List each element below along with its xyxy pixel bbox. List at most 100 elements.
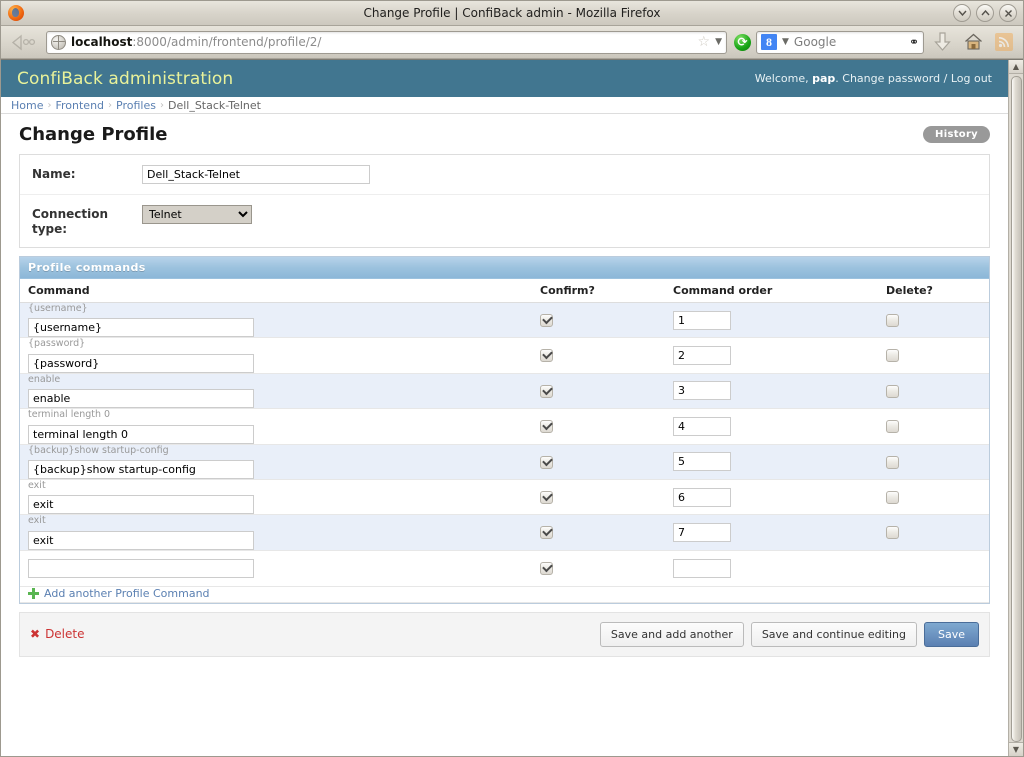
confirm-checkbox[interactable] [540,491,553,504]
table-row: enable [20,373,989,408]
profile-commands-table: Command Confirm? Command order Delete? {… [20,279,989,603]
url-host: localhost [71,35,132,49]
table-row: {backup}show startup-config [20,444,989,479]
command-original-label: enable [28,374,524,389]
command-original-label: {username} [28,303,524,318]
delete-checkbox[interactable] [886,491,899,504]
username-label: pap [812,72,835,85]
add-link-label: Add another Profile Command [44,587,210,600]
table-head: Command Confirm? Command order Delete? [20,279,989,303]
save-and-continue-editing-button[interactable]: Save and continue editing [751,622,917,647]
command-input[interactable] [28,559,254,578]
command-input[interactable] [28,318,254,337]
command-order-input[interactable] [673,452,731,471]
command-input[interactable] [28,389,254,408]
submit-row: ✖ Delete Save and add another Save and c… [19,612,990,657]
command-input[interactable] [28,531,254,550]
confirm-checkbox[interactable] [540,420,553,433]
download-arrow-icon[interactable] [929,29,955,55]
command-order-input[interactable] [673,488,731,507]
back-forward-icon[interactable] [7,34,41,51]
connection-type-select[interactable]: Telnet [142,205,252,224]
command-input[interactable] [28,354,254,373]
command-original-label: terminal length 0 [28,409,524,424]
chevron-down-icon[interactable]: ▼ [715,37,722,47]
admin-page: ConfiBack administration Welcome, pap. C… [1,60,1008,756]
command-input[interactable] [28,460,254,479]
profile-commands-inline: Profile commands Command Confirm? Comman… [19,256,990,604]
home-icon[interactable] [960,29,986,55]
command-order-input[interactable] [673,311,731,330]
breadcrumb-item-frontend[interactable]: Frontend [55,99,104,112]
scrollbar-thumb[interactable] [1011,76,1022,742]
reload-icon[interactable]: ⟳ [734,34,751,51]
command-input[interactable] [28,495,254,514]
delete-checkbox[interactable] [886,385,899,398]
logout-link[interactable]: Log out [951,72,992,85]
command-order-input[interactable] [673,417,731,436]
url-text: localhost:8000/admin/frontend/profile/2/ [71,35,693,49]
breadcrumb: Home › Frontend › Profiles › Dell_Stack-… [1,97,1008,114]
window-controls [953,4,1017,22]
breadcrumb-item-home[interactable]: Home [11,99,43,112]
confirm-checkbox[interactable] [540,385,553,398]
change-password-link[interactable]: Change password [842,72,940,85]
save-and-add-another-button[interactable]: Save and add another [600,622,744,647]
scroll-down-button[interactable]: ▼ [1009,742,1024,756]
delete-checkbox[interactable] [886,314,899,327]
save-button[interactable]: Save [924,622,979,647]
breadcrumb-item-current: Dell_Stack-Telnet [168,99,261,112]
google-icon[interactable]: 8 [761,34,777,50]
delete-checkbox[interactable] [886,526,899,539]
user-tools-separator: / [944,72,948,85]
confirm-checkbox[interactable] [540,349,553,362]
site-favicon-globe-icon [51,35,66,50]
breadcrumb-item-profiles[interactable]: Profiles [116,99,156,112]
search-engine-chevron-icon[interactable]: ▼ [782,37,789,47]
command-order-input[interactable] [673,381,731,400]
address-bar[interactable]: localhost:8000/admin/frontend/profile/2/… [46,31,727,54]
breadcrumb-separator: › [108,100,112,111]
name-input[interactable] [142,165,370,184]
close-button[interactable] [999,4,1017,22]
confirm-checkbox[interactable] [540,562,553,575]
rss-feed-icon[interactable] [991,29,1017,55]
maximize-button[interactable] [976,4,994,22]
window-titlebar: Change Profile | ConfiBack admin - Mozil… [1,1,1023,26]
form-row-connection-type: Connection type: Telnet [20,195,989,247]
scroll-up-button[interactable]: ▲ [1009,60,1024,74]
profile-form-module: Name: Connection type: Telnet [19,154,990,248]
delete-checkbox[interactable] [886,420,899,433]
command-original-label: {backup}show startup-config [28,445,524,460]
welcome-period: . [835,72,839,85]
x-icon: ✖ [30,627,40,641]
page-viewport: ConfiBack administration Welcome, pap. C… [1,59,1023,756]
delete-checkbox[interactable] [886,349,899,362]
search-input[interactable]: Google [794,35,904,49]
page-title: Change Profile [19,124,168,151]
confirm-checkbox[interactable] [540,314,553,327]
delete-label: Delete [45,627,84,641]
table-row-empty [20,550,989,586]
command-order-input[interactable] [673,523,731,542]
star-icon[interactable]: ☆ [698,35,711,49]
delete-checkbox[interactable] [886,456,899,469]
command-order-input[interactable] [673,346,731,365]
command-input[interactable] [28,425,254,444]
delete-link[interactable]: ✖ Delete [30,627,85,641]
add-another-profile-command-link[interactable]: Add another Profile Command [28,587,210,600]
add-row: Add another Profile Command [20,586,989,602]
firefox-icon [5,4,27,23]
site-branding: ConfiBack administration [17,69,233,89]
page-scrollbar[interactable]: ▲ ▼ [1008,60,1023,756]
history-button[interactable]: History [923,126,990,143]
binoculars-icon[interactable]: ⚭ [909,35,919,49]
search-bar[interactable]: 8 ▼ Google ⚭ [756,31,924,54]
confirm-checkbox[interactable] [540,526,553,539]
table-body: {username} {password} [20,303,989,603]
confirm-checkbox[interactable] [540,456,553,469]
column-header-delete: Delete? [878,279,989,303]
table-header-row: Command Confirm? Command order Delete? [20,279,989,303]
minimize-button[interactable] [953,4,971,22]
command-order-input[interactable] [673,559,731,578]
